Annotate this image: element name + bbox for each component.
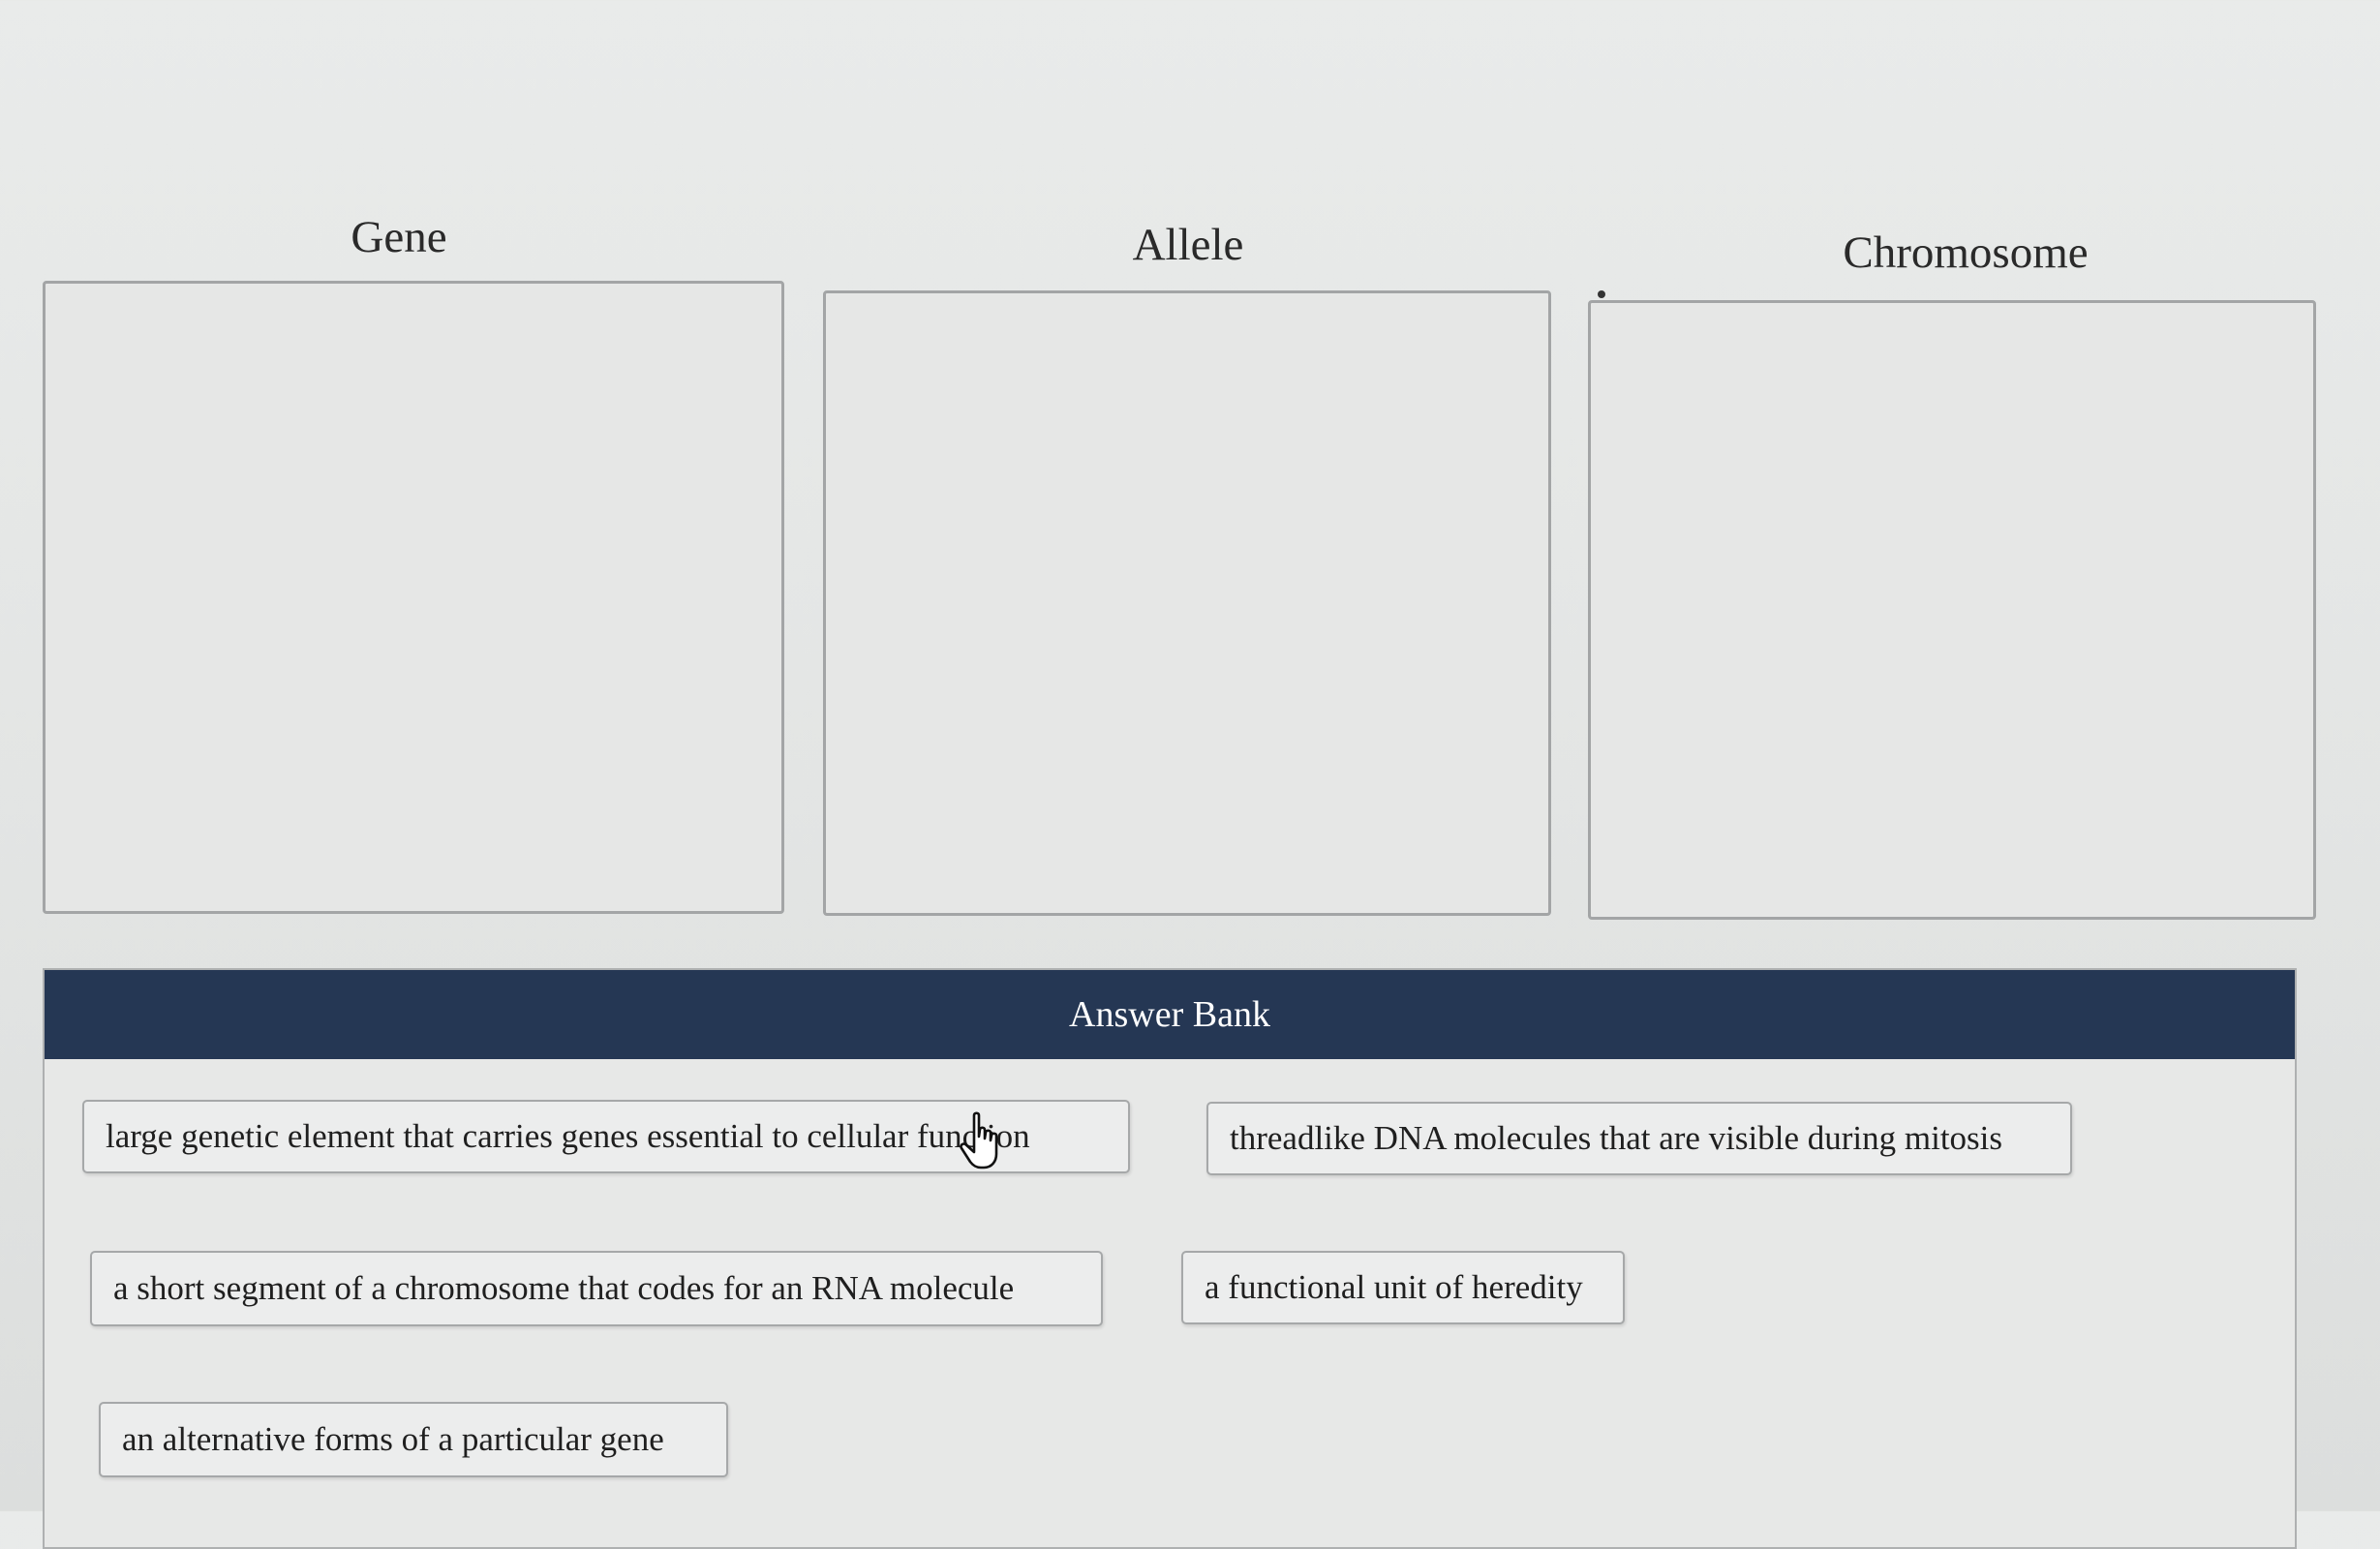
category-title-allele: Allele bbox=[1132, 220, 1244, 270]
drop-zone-allele[interactable] bbox=[823, 290, 1551, 916]
drop-zone-chromosome[interactable] bbox=[1588, 300, 2316, 920]
answer-chip-short-segment[interactable]: a short segment of a chromosome that cod… bbox=[90, 1251, 1103, 1326]
hand-pointer-icon bbox=[960, 1111, 998, 1169]
category-title-chromosome: Chromosome bbox=[1843, 228, 2089, 278]
drop-zone-gene[interactable] bbox=[43, 281, 784, 914]
category-title-gene: Gene bbox=[351, 212, 447, 262]
answer-bank-header: Answer Bank bbox=[45, 970, 2295, 1059]
answer-chip-threadlike-dna[interactable]: threadlike DNA molecules that are visibl… bbox=[1206, 1102, 2072, 1175]
stray-dot-mark bbox=[1598, 290, 1605, 298]
answer-chip-functional-unit[interactable]: a functional unit of heredity bbox=[1181, 1251, 1625, 1324]
answer-chip-alternative-forms[interactable]: an alternative forms of a particular gen… bbox=[99, 1402, 728, 1477]
